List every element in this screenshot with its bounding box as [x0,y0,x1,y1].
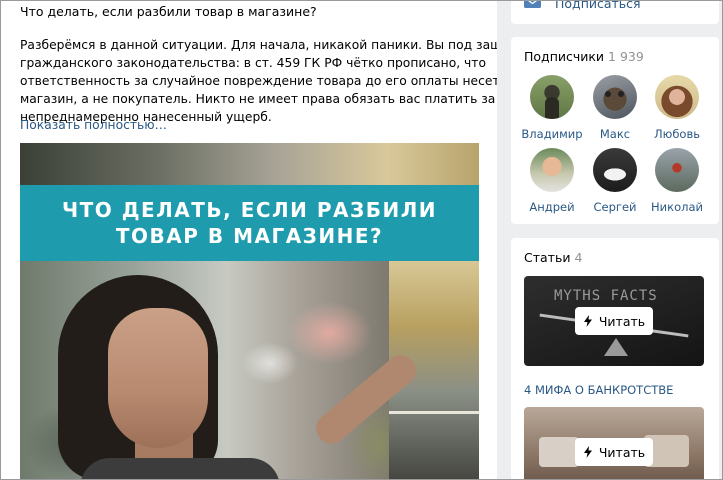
image-banner: ЧТО ДЕЛАТЬ, ЕСЛИ РАЗБИЛИ ТОВАР В МАГАЗИН… [20,185,479,261]
read-label: Читать [598,444,646,460]
follower-item[interactable]: Николай [645,148,709,214]
avatar[interactable] [593,148,637,192]
scale-base [604,338,628,356]
followers-card: Подписчики 1 939 Владимир Макс Любовь Анд… [511,37,719,224]
post-card: Что делать, если разбили товар в магазин… [0,0,497,480]
mail-icon [524,0,541,8]
avatar[interactable] [593,75,637,119]
follower-item[interactable]: Макс [583,75,647,141]
article-title[interactable]: 4 МИФА О БАНКРОТСТВЕ [524,383,673,397]
articles-count: 4 [574,250,583,265]
woman-shirt [80,458,280,480]
avatar[interactable] [655,75,699,119]
follower-item[interactable]: Владимир [520,75,584,141]
follower-item[interactable]: Любовь [645,75,709,141]
avatar[interactable] [530,75,574,119]
article-thumb-text: MYTHS FACTS [554,288,658,304]
banner-line-2: ТОВАР В МАГАЗИНЕ? [115,224,384,248]
subscribe-card[interactable]: Подписаться [511,0,719,24]
follower-item[interactable]: Сергей [583,148,647,214]
followers-count: 1 939 [608,49,644,64]
articles-title: Статьи [524,250,571,265]
articles-card: Статьи 4 MYTHS FACTS Читать 4 МИФА О БАНК… [511,238,719,480]
followers-header[interactable]: Подписчики 1 939 [524,49,644,64]
article-thumbnail[interactable]: MYTHS FACTS Читать [524,276,704,366]
article-thumbnail[interactable]: Читать [524,407,704,480]
post-text-line: ответственность за случайное повреждение… [20,74,497,88]
post-image[interactable]: ЧТО ДЕЛАТЬ, ЕСЛИ РАЗБИЛИ ТОВАР В МАГАЗИН… [20,143,479,480]
read-label: Читать [598,313,646,329]
sofa-cushion [539,437,579,467]
subscribe-button[interactable]: Подписаться [555,0,641,11]
lightning-icon [583,315,592,327]
avatar[interactable] [530,148,574,192]
follower-name[interactable]: Николай [645,200,709,214]
follower-name[interactable]: Любовь [645,127,709,141]
banner-line-1: ЧТО ДЕЛАТЬ, ЕСЛИ РАЗБИЛИ [61,198,438,222]
show-more-link[interactable]: Показать полностью… [20,118,167,132]
image-background-top [20,143,479,185]
articles-header[interactable]: Статьи 4 [524,250,582,265]
woman-face [108,308,208,448]
post-text-line: Разберёмся в данной ситуации. Для начала… [20,38,497,52]
lightning-icon [583,446,592,458]
read-article-button[interactable]: Читать [575,307,653,335]
post-text-line: гражданского законодательства: в ст. 459… [20,56,486,70]
read-article-button[interactable]: Читать [575,438,653,466]
post-text-line: магазин, а не покупатель. Никто не имеет… [20,92,496,106]
follower-name[interactable]: Владимир [520,127,584,141]
post-text: Разберёмся в данной ситуации. Для начала… [20,36,497,126]
followers-title: Подписчики [524,49,605,64]
avatar[interactable] [655,148,699,192]
post-title: Что делать, если разбили товар в магазин… [20,4,317,19]
follower-item[interactable]: Андрей [520,148,584,214]
follower-name[interactable]: Сергей [583,200,647,214]
follower-name[interactable]: Макс [583,127,647,141]
follower-name[interactable]: Андрей [520,200,584,214]
